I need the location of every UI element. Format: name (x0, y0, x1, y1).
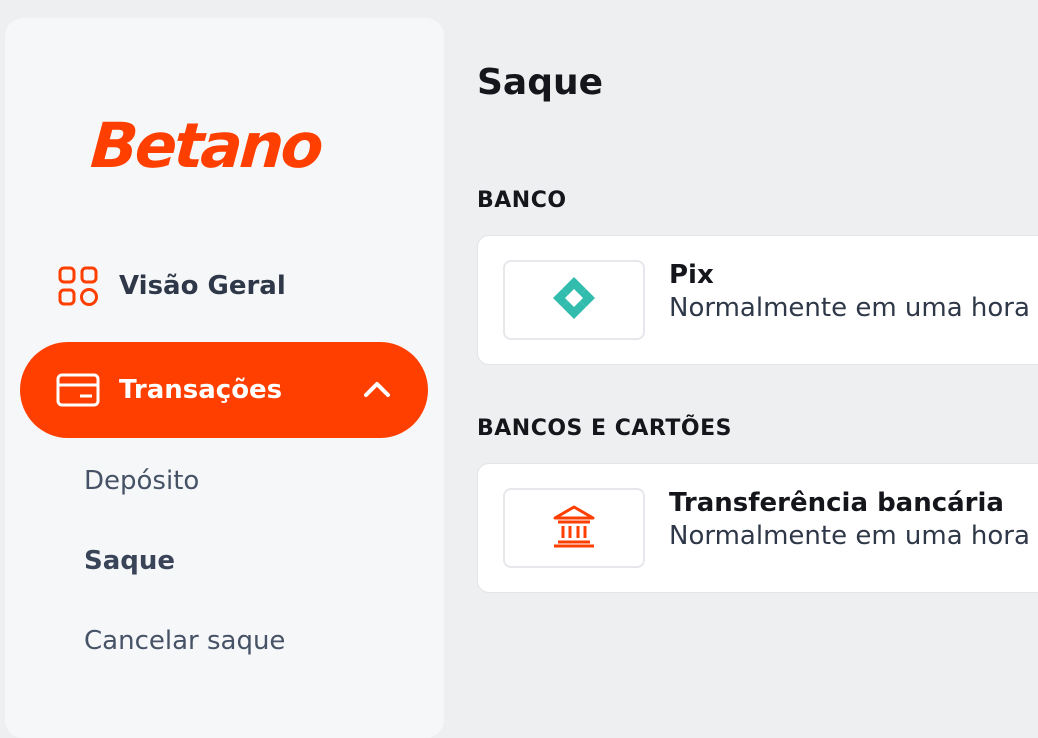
sidebar-subitem-saque[interactable]: Saque (84, 546, 175, 576)
method-description: Normalmente em uma hora (669, 521, 1030, 551)
payment-method-transferencia-bancaria[interactable]: Transferência bancária Normalmente em um… (477, 463, 1038, 593)
credit-card-icon (55, 367, 101, 413)
payment-method-pix[interactable]: Pix Normalmente em uma hora (477, 235, 1038, 365)
sidebar-item-transacoes[interactable]: Transações (20, 342, 428, 438)
sidebar-subitem-deposito[interactable]: Depósito (84, 466, 199, 496)
page-title: Saque (477, 62, 604, 103)
sidebar-item-label: Visão Geral (119, 271, 286, 301)
chevron-up-icon[interactable] (362, 376, 392, 402)
sidebar-item-visao-geral[interactable]: Visão Geral (20, 238, 428, 334)
sidebar: Betano Visão Geral Transações Depósito S… (5, 18, 444, 738)
method-description: Normalmente em uma hora (669, 293, 1030, 323)
bank-icon (550, 502, 598, 554)
pix-icon (550, 274, 598, 326)
method-logo-box (503, 488, 645, 568)
grid-icon (55, 263, 101, 309)
sidebar-subitem-cancelar-saque[interactable]: Cancelar saque (84, 626, 285, 656)
section-title-banco: BANCO (477, 188, 567, 213)
section-title-bancos-e-cartoes: BANCOS E CARTÕES (477, 416, 732, 441)
method-name: Transferência bancária (669, 488, 1004, 518)
method-logo-box (503, 260, 645, 340)
method-name: Pix (669, 260, 714, 290)
sidebar-item-label: Transações (119, 375, 283, 405)
betano-logo[interactable]: Betano (88, 96, 391, 196)
logo-text: Betano (88, 109, 324, 182)
